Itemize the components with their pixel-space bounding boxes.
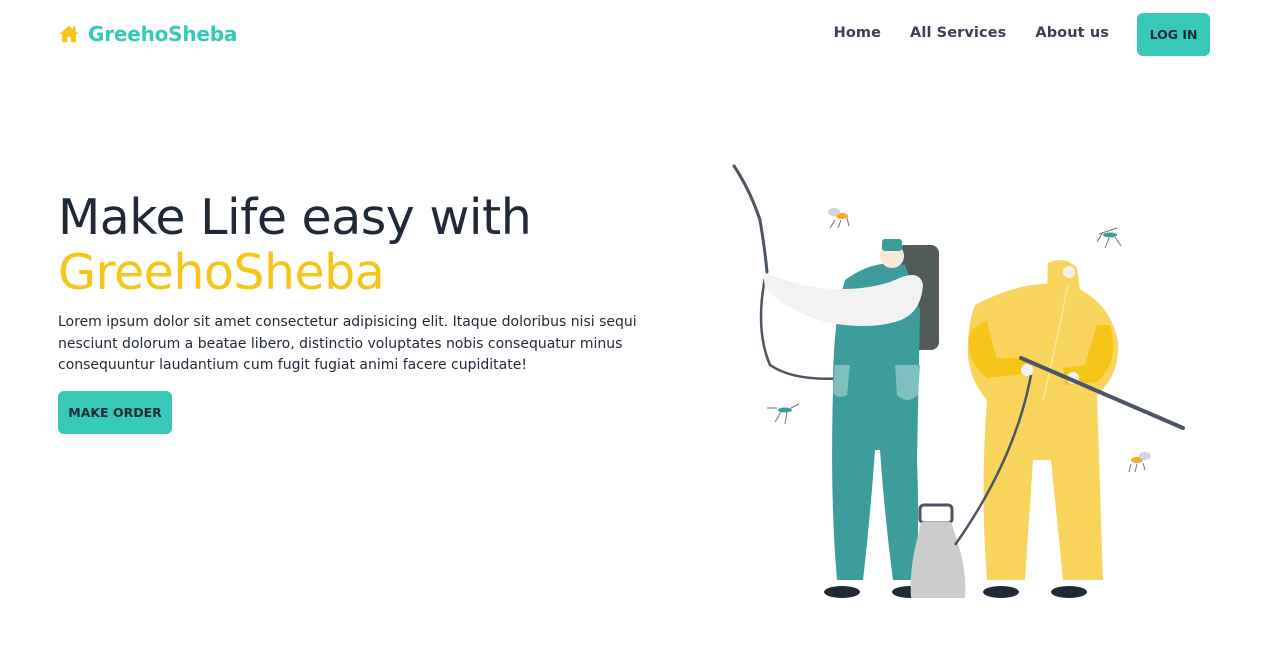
nav-links: Home All Services About us bbox=[834, 25, 1109, 41]
home-icon bbox=[58, 23, 80, 45]
login-button[interactable]: LOG IN bbox=[1137, 13, 1210, 56]
hero-title-line: Make Life easy with bbox=[58, 189, 532, 246]
brand-name: GreehoSheba bbox=[88, 22, 238, 46]
hero-description: Lorem ipsum dolor sit amet consectetur a… bbox=[58, 314, 637, 373]
nav-home-link[interactable]: Home bbox=[834, 25, 881, 41]
make-order-button[interactable]: MAKE ORDER bbox=[58, 390, 172, 434]
navbar: GreehoSheba Home All Services About us L… bbox=[0, 0, 1275, 68]
hero-section: Make Life easy with GreehoSheba Lorem ip… bbox=[58, 190, 708, 434]
hero-title-accent: GreehoSheba bbox=[58, 244, 385, 301]
brand-logo[interactable]: GreehoSheba bbox=[58, 22, 237, 46]
nav-about-us-link[interactable]: About us bbox=[1035, 25, 1109, 41]
pest-control-illustration bbox=[725, 160, 1195, 610]
nav-all-services-link[interactable]: All Services bbox=[910, 25, 1006, 41]
hero-title: Make Life easy with GreehoSheba bbox=[58, 190, 708, 300]
